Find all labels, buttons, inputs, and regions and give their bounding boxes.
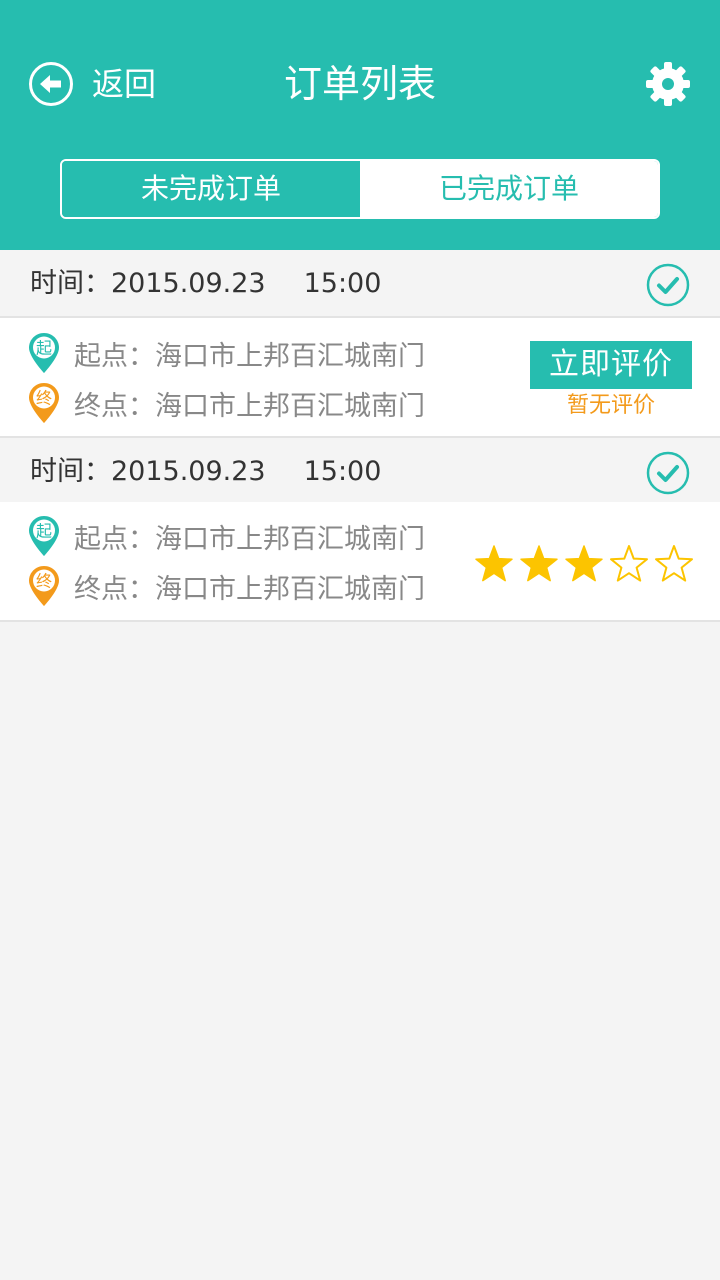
start-pin-icon: 起	[29, 333, 59, 373]
order-header: 时间：2015.09.23 15:00	[0, 438, 720, 506]
end-location: 终 终点：海口市上邦百汇城南门	[28, 564, 425, 608]
page-title: 订单列表	[283, 62, 436, 106]
order-time: 时间：2015.09.23 15:00	[30, 250, 381, 318]
check-circle-icon	[646, 451, 690, 495]
order-time: 时间：2015.09.23 15:00	[30, 438, 381, 506]
end-badge-text: 终	[36, 572, 52, 591]
star-filled-icon	[520, 545, 558, 582]
order-clock: 15:00	[303, 268, 382, 299]
star-empty-icon	[610, 545, 648, 582]
back-button[interactable]: 返回	[28, 60, 156, 108]
time-prefix: 时间：	[30, 456, 111, 487]
gear-icon	[646, 62, 690, 106]
check-circle-icon	[646, 263, 690, 307]
order-clock: 15:00	[303, 456, 382, 487]
settings-button[interactable]	[644, 60, 692, 108]
header: 返回 订单列表 未完成订单 已完成订单	[0, 0, 720, 250]
star-filled-icon	[565, 545, 603, 582]
tab-completed-orders[interactable]: 已完成订单	[360, 161, 658, 217]
start-address: 起点：海口市上邦百汇城南门	[74, 340, 425, 372]
star-rating	[474, 544, 699, 584]
back-arrow-icon	[29, 62, 73, 106]
end-pin-icon: 终	[29, 566, 59, 606]
start-location: 起 起点：海口市上邦百汇城南门	[28, 331, 425, 375]
start-pin-icon: 起	[29, 516, 59, 556]
back-label: 返回	[92, 65, 157, 103]
end-address: 终点：海口市上邦百汇城南门	[74, 573, 425, 605]
tab-incomplete-orders[interactable]: 未完成订单	[62, 161, 360, 217]
rate-now-button[interactable]: 立即评价	[530, 341, 692, 389]
start-location: 起 起点：海口市上邦百汇城南门	[28, 514, 425, 558]
end-address: 终点：海口市上邦百汇城南门	[74, 390, 425, 422]
time-prefix: 时间：	[30, 268, 111, 299]
rating-status: 暂无评价	[566, 393, 655, 418]
order-detail[interactable]: 起 起点：海口市上邦百汇城南门 终 终点：海口市上邦百汇城南门	[0, 502, 720, 622]
star-empty-icon	[655, 545, 693, 582]
order-date: 2015.09.23	[111, 456, 266, 487]
star-filled-icon	[475, 545, 513, 582]
end-location: 终 终点：海口市上邦百汇城南门	[28, 381, 425, 425]
order-tabs: 未完成订单 已完成订单	[60, 159, 660, 219]
order-date: 2015.09.23	[111, 268, 266, 299]
end-pin-icon: 终	[29, 383, 59, 423]
start-badge-text: 起	[36, 522, 52, 541]
order-header: 时间：2015.09.23 15:00	[0, 250, 720, 318]
end-badge-text: 终	[36, 389, 52, 408]
order-detail[interactable]: 起 起点：海口市上邦百汇城南门 终 终点：海口市上邦百汇城南门 立即评价 暂无评…	[0, 318, 720, 438]
start-badge-text: 起	[36, 339, 52, 358]
start-address: 起点：海口市上邦百汇城南门	[74, 523, 425, 555]
